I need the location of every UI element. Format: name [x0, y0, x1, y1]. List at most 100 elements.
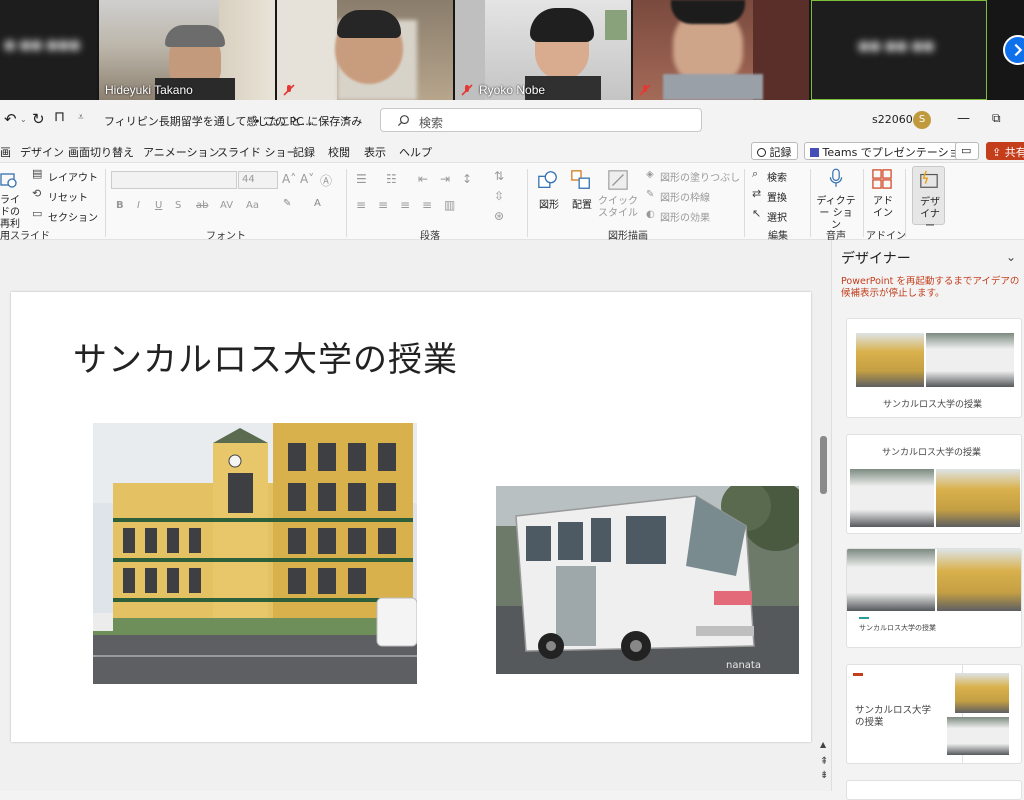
reuse-slides-icon: [0, 173, 17, 188]
accent-line: [859, 617, 869, 619]
justify-icon[interactable]: ≡: [422, 198, 432, 212]
italic-icon[interactable]: I: [137, 200, 140, 211]
tab-animations[interactable]: アニメーション: [143, 144, 220, 160]
ribbon-separator: [744, 169, 745, 237]
thumbnail-building: [955, 673, 1009, 713]
decrease-font-icon[interactable]: A˅: [300, 172, 314, 186]
video-tile-participant-1[interactable]: Hideyuki Takano: [99, 0, 275, 100]
avatar[interactable]: S: [913, 111, 931, 129]
select-icon: ↖: [752, 207, 762, 220]
underline-icon[interactable]: U: [155, 200, 162, 211]
teams-icon: [810, 148, 819, 157]
slide-canvas[interactable]: サンカルロス大学の授業 nanata ▲ ⇞ ⇟: [0, 240, 831, 791]
spacing-icon[interactable]: AV: [220, 200, 233, 211]
teams-present-button[interactable]: Teams でプレゼンテーション: [804, 142, 977, 160]
text-direction-icon[interactable]: ⇅: [494, 169, 504, 183]
font-name-input[interactable]: [111, 171, 237, 189]
share-button[interactable]: ⇪ 共有: [986, 142, 1024, 160]
scrollbar-thumb[interactable]: [820, 436, 827, 494]
shape-effects-icon[interactable]: ◐: [646, 209, 655, 220]
shape-outline-button[interactable]: 図形の枠線: [660, 189, 710, 204]
chevron-down-icon[interactable]: ⌄: [20, 115, 27, 124]
columns-icon[interactable]: ▥: [444, 198, 455, 212]
shape-outline-icon[interactable]: ✎: [646, 189, 654, 200]
minimize-icon[interactable]: —: [957, 111, 970, 126]
layout-button[interactable]: レイアウト: [48, 169, 98, 184]
slide-scrollbar[interactable]: ▲ ⇞ ⇟: [818, 240, 830, 791]
tab-view[interactable]: 表示: [364, 144, 386, 160]
highlight-icon[interactable]: ✎: [283, 198, 291, 209]
align-center-icon[interactable]: ≡: [378, 198, 388, 212]
arrange-icon: [571, 170, 590, 189]
redo-icon[interactable]: ↻: [32, 110, 45, 128]
arrange-button[interactable]: 配置: [572, 196, 592, 211]
align-left-icon[interactable]: ≡: [356, 198, 366, 212]
tab-insert[interactable]: 画: [0, 144, 11, 160]
previous-slide-icon[interactable]: ⇞: [820, 756, 828, 767]
strikethrough-icon[interactable]: ab: [196, 200, 208, 211]
undo-icon[interactable]: ↶: [4, 110, 17, 128]
tab-transitions[interactable]: 画面切り替え: [68, 144, 134, 160]
case-icon[interactable]: Aa: [246, 200, 259, 211]
record-button[interactable]: 記録: [751, 142, 798, 160]
scroll-up-arrow-icon[interactable]: ▲: [820, 740, 826, 749]
design-idea-4[interactable]: サンカルロス大学の授業: [846, 664, 1022, 764]
shapes-button[interactable]: 図形: [539, 196, 559, 211]
increase-indent-icon[interactable]: ⇥: [440, 172, 450, 186]
design-idea-2[interactable]: サンカルロス大学の授業: [846, 434, 1022, 534]
numbering-icon[interactable]: ☷: [386, 172, 397, 186]
line-spacing-icon[interactable]: ↕: [462, 172, 472, 186]
search-input[interactable]: 検索: [419, 114, 443, 131]
align-text-icon[interactable]: ⇳: [494, 189, 504, 203]
chevron-right-icon: [1014, 43, 1023, 57]
shape-effects-button[interactable]: 図形の効果: [660, 209, 710, 224]
campus-bus-image[interactable]: nanata: [496, 486, 799, 674]
slide-title[interactable]: サンカルロス大学の授業: [73, 332, 458, 381]
design-idea-3[interactable]: サンカルロス大学の授業: [846, 548, 1022, 648]
find-button[interactable]: 検索: [767, 169, 787, 184]
university-building-image[interactable]: [93, 423, 417, 684]
participant-name: Ryoko Nobe: [479, 83, 546, 97]
section-button[interactable]: セクション: [48, 209, 98, 224]
replace-button[interactable]: 置換: [767, 189, 787, 204]
addins-button[interactable]: アド イン: [872, 196, 894, 220]
clear-format-icon[interactable]: Ⓐ: [320, 172, 332, 189]
quick-styles-button[interactable]: クイック スタイル: [598, 196, 638, 220]
restore-icon[interactable]: ⧉: [992, 111, 1001, 126]
video-tile-participant-4[interactable]: [633, 0, 809, 100]
customize-toolbar-icon[interactable]: ⩡: [78, 112, 84, 123]
increase-font-icon[interactable]: A˄: [282, 172, 296, 186]
reset-button[interactable]: リセット: [48, 189, 88, 204]
video-tile-participant-3[interactable]: Ryoko Nobe: [455, 0, 631, 100]
video-tile-blurred[interactable]: ● ●● ●●●: [0, 0, 97, 100]
chevron-down-icon[interactable]: ⌄: [1006, 250, 1016, 264]
font-color-icon[interactable]: A: [314, 198, 321, 209]
tab-slideshow[interactable]: スライド ショー: [217, 144, 298, 160]
tab-review[interactable]: 校閲: [328, 144, 350, 160]
video-tile-blurred-active[interactable]: ●● ●● ●●: [811, 0, 987, 100]
decrease-indent-icon[interactable]: ⇤: [418, 172, 428, 186]
shape-fill-button[interactable]: 図形の塗りつぶし: [660, 169, 740, 184]
smartart-icon[interactable]: ⊛: [494, 209, 504, 223]
next-video-page-button[interactable]: [1003, 35, 1024, 65]
tab-design[interactable]: デザイン: [20, 144, 64, 160]
search-box[interactable]: 検索: [380, 108, 702, 132]
tab-help[interactable]: ヘルプ: [399, 144, 432, 160]
font-size-input[interactable]: 44: [238, 171, 278, 189]
video-tile-participant-2[interactable]: [277, 0, 453, 100]
bold-icon[interactable]: B: [116, 200, 124, 211]
align-right-icon[interactable]: ≡: [400, 198, 410, 212]
shadow-icon[interactable]: S: [175, 200, 181, 211]
tab-record[interactable]: 記録: [293, 144, 315, 160]
chevron-down-icon[interactable]: ⌄: [341, 112, 349, 123]
bullets-icon[interactable]: ☰: [356, 172, 367, 186]
next-slide-icon[interactable]: ⇟: [820, 770, 828, 781]
presenter-icon[interactable]: ⊓: [54, 109, 65, 125]
designer-button[interactable]: デザ イナー: [912, 166, 945, 232]
slide[interactable]: サンカルロス大学の授業 nanata: [11, 292, 811, 742]
select-button[interactable]: 選択: [767, 209, 787, 224]
shape-fill-icon[interactable]: ◈: [646, 169, 654, 180]
design-idea-5[interactable]: [846, 780, 1022, 800]
design-idea-1[interactable]: サンカルロス大学の授業: [846, 318, 1022, 418]
comments-button[interactable]: ▭: [955, 142, 979, 160]
